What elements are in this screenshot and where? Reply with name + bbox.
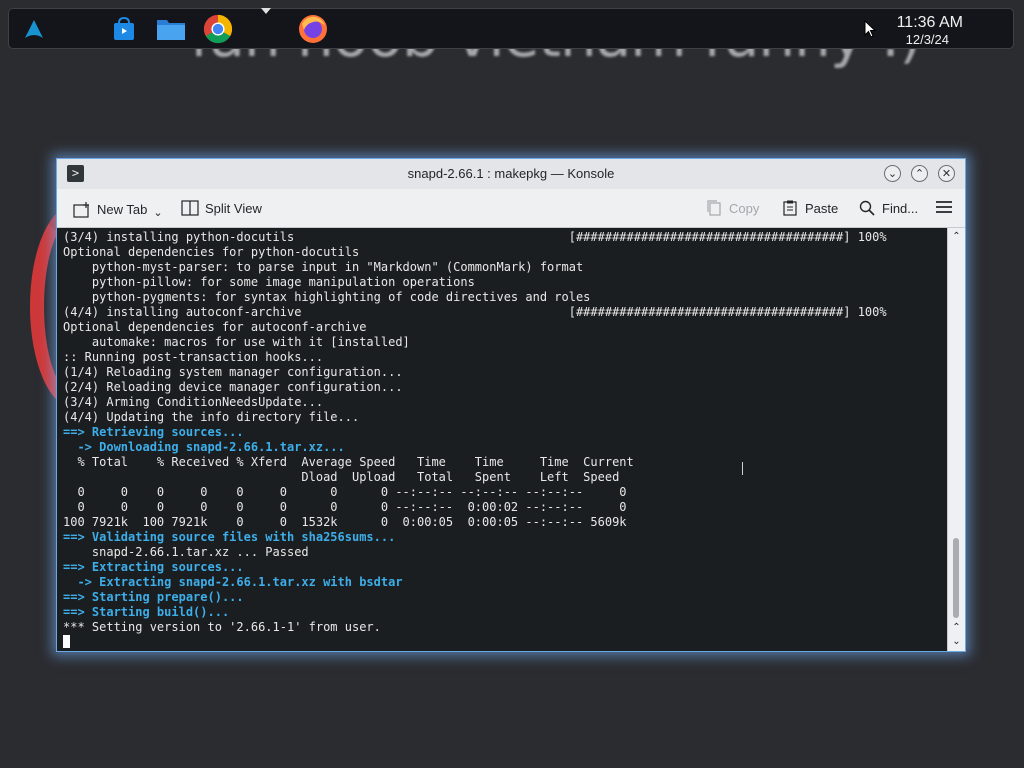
text-cursor-icon (742, 462, 745, 475)
scroll-up-icon[interactable]: ⌃ (951, 622, 962, 633)
terminal-line: 100 7921k 100 7921k 0 0 1532k 0 0:00:05 … (63, 515, 627, 529)
chevron-down-icon[interactable]: ⌄ (153, 206, 162, 219)
new-tab-button[interactable]: New Tab ⌄ (73, 200, 163, 219)
terminal-line: (3/4) Arming ConditionNeedsUpdate... (63, 395, 324, 409)
window-title: snapd-2.66.1 : makepkg — Konsole (407, 166, 615, 181)
discover-store-icon[interactable] (109, 14, 139, 44)
window-titlebar[interactable]: > snapd-2.66.1 : makepkg — Konsole ⌄ ⌃ ✕ (57, 159, 965, 189)
terminal-line: ==> Retrieving sources... (63, 425, 244, 439)
terminal-line: ==> Extracting sources... (63, 560, 244, 574)
terminal-line: (2/4) Reloading device manager configura… (63, 380, 403, 394)
new-tab-icon (73, 201, 91, 218)
mouse-pointer-icon (864, 19, 877, 42)
terminal-prompt-line (63, 635, 887, 650)
new-tab-label: New Tab (97, 202, 148, 217)
terminal-line: Dload Upload Total Spent Left Speed (63, 470, 620, 484)
terminal-lines: (3/4) installing python-docutils [######… (63, 230, 887, 650)
firefox-icon[interactable] (298, 14, 328, 44)
find-button[interactable]: Find... (858, 200, 918, 216)
terminal-line: ==> Starting prepare()... (63, 590, 244, 604)
split-view-icon (181, 200, 199, 216)
terminal-cursor (63, 635, 70, 648)
terminal-line: Optional dependencies for python-docutil… (63, 245, 360, 259)
clock-date[interactable]: 12/3/24 (906, 32, 949, 47)
terminal-line: *** Setting version to '2.66.1-1' from u… (63, 620, 381, 634)
find-label: Find... (882, 200, 919, 216)
terminal-line: (4/4) Updating the info directory file..… (63, 410, 360, 424)
hamburger-menu-icon (935, 199, 953, 215)
terminal-line: 0 0 0 0 0 0 0 0 --:--:-- --:--:-- --:--:… (63, 485, 627, 499)
search-icon (858, 200, 876, 216)
clock-time[interactable]: 11:36 AM (897, 14, 963, 32)
terminal-line: 0 0 0 0 0 0 0 0 --:--:-- 0:00:02 --:--:-… (63, 500, 627, 514)
terminal-line: python-myst-parser: to parse input in "M… (63, 260, 584, 274)
copy-button[interactable]: Copy (705, 200, 759, 216)
app-launcher-icon[interactable] (19, 14, 49, 44)
hamburger-menu-button[interactable] (935, 199, 953, 215)
paste-label: Paste (805, 200, 839, 216)
terminal-line: (1/4) Reloading system manager configura… (63, 365, 403, 379)
paste-button[interactable]: Paste (781, 200, 838, 216)
close-button[interactable]: ✕ (938, 165, 955, 182)
file-manager-icon[interactable] (156, 14, 186, 44)
terminal-line: (4/4) installing autoconf-archive [#####… (63, 305, 887, 319)
terminal-line: python-pygments: for syntax highlighting… (63, 290, 591, 304)
terminal-line: -> Downloading snapd-2.66.1.tar.xz... (63, 440, 345, 454)
konsole-window: > snapd-2.66.1 : makepkg — Konsole ⌄ ⌃ ✕… (56, 158, 966, 652)
scroll-up-icon[interactable]: ⌃ (951, 231, 962, 242)
minimize-button[interactable]: ⌄ (884, 165, 901, 182)
terminal-output[interactable]: (3/4) installing python-docutils [######… (57, 228, 947, 651)
terminal-line: ==> Starting build()... (63, 605, 230, 619)
terminal-scrollbar[interactable]: ⌃ ⌃ ⌄ (947, 228, 965, 651)
terminal-line: automake: macros for use with it [instal… (63, 335, 410, 349)
split-view-label: Split View (205, 200, 262, 216)
terminal-line: python-pillow: for some image manipulati… (63, 275, 475, 289)
chrome-icon[interactable] (203, 14, 233, 44)
terminal-line: (3/4) installing python-docutils [######… (63, 230, 887, 244)
terminal-line: snapd-2.66.1.tar.xz ... Passed (63, 545, 309, 559)
copy-label: Copy (729, 200, 760, 216)
terminal-line: Optional dependencies for autoconf-archi… (63, 320, 367, 334)
terminal-line: ==> Validating source files with sha256s… (63, 530, 396, 544)
split-view-button[interactable]: Split View (181, 200, 262, 216)
terminal-line: -> Extracting snapd-2.66.1.tar.xz with b… (63, 575, 403, 589)
scroll-down-icon[interactable]: ⌄ (951, 636, 962, 647)
scrollbar-thumb[interactable] (953, 538, 959, 618)
maximize-button[interactable]: ⌃ (911, 165, 928, 182)
terminal-line: % Total % Received % Xferd Average Speed… (63, 455, 634, 469)
toolbar: New Tab ⌄ Split View Copy Paste Find... (57, 189, 965, 228)
paste-icon (781, 200, 799, 216)
terminal-line: :: Running post-transaction hooks... (63, 350, 324, 364)
panel-indicator-icon (261, 8, 271, 14)
copy-icon (705, 200, 723, 216)
